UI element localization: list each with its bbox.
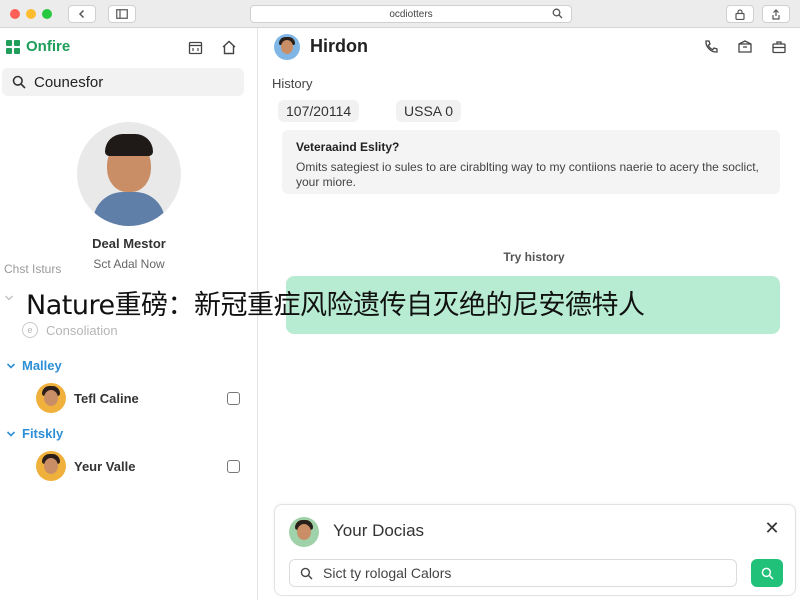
calendar-button[interactable] — [186, 38, 204, 56]
info-title: Veteraaind Eslity? — [296, 140, 400, 154]
chat-header: Hirdon — [258, 28, 800, 66]
message-input[interactable]: Sict ty rologal Calors — [289, 559, 737, 587]
browser-toolbar: ocdiotters — [0, 0, 800, 28]
calendar-icon — [188, 41, 202, 54]
avatar[interactable] — [274, 34, 300, 60]
contact-name: Yeur Valle — [74, 458, 136, 474]
share-button[interactable] — [762, 5, 790, 23]
contact-name: Tefl Caline — [74, 390, 139, 406]
archive-button[interactable] — [736, 38, 754, 56]
search-icon — [552, 8, 563, 19]
send-button[interactable] — [751, 559, 783, 587]
consultation-icon: e — [22, 322, 38, 338]
box-icon — [738, 40, 752, 53]
brand-name: Onfire — [26, 38, 71, 55]
privacy-button[interactable] — [726, 5, 754, 23]
counselor-search[interactable]: Counesfor — [2, 68, 244, 96]
close-icon[interactable]: ✕ — [763, 519, 781, 537]
checkbox[interactable] — [227, 459, 240, 473]
group-toggle[interactable]: Malley — [6, 358, 62, 373]
consultation-label: Consoliation — [46, 322, 118, 338]
group-label: Fitskly — [22, 426, 64, 441]
briefcase-icon — [772, 41, 786, 54]
section-title: Chst Isturs — [4, 262, 62, 276]
chevron-down-icon — [6, 362, 16, 369]
search-icon — [300, 567, 313, 579]
counselor-profile[interactable]: Deal Mestor Sct Adal Now — [0, 122, 258, 271]
avatar — [77, 122, 181, 226]
back-button[interactable] — [68, 5, 96, 23]
lock-icon — [735, 8, 745, 20]
compose-title: Your Docias — [333, 521, 425, 540]
search-icon — [12, 75, 26, 89]
avatar — [289, 517, 319, 547]
brand[interactable]: Onfire — [6, 38, 70, 55]
home-icon — [222, 40, 236, 54]
app-logo-icon — [6, 39, 20, 54]
compose-panel: Your Docias ✕ Sict ty rologal Calors — [274, 504, 796, 596]
group-label: Malley — [22, 358, 62, 373]
history-label: History — [272, 76, 313, 91]
chevron-down-icon — [4, 295, 14, 301]
list-item[interactable]: Yeur Valle — [36, 451, 240, 481]
briefcase-button[interactable] — [770, 38, 788, 56]
chevron-left-icon — [78, 9, 85, 19]
search-icon — [761, 567, 774, 580]
message-input-value: Sict ty rologal Calors — [323, 565, 452, 581]
chat-title: Hirdon — [310, 36, 368, 56]
maximize-window-button[interactable] — [42, 9, 52, 19]
avatar — [36, 383, 66, 413]
address-text: ocdiotters — [389, 8, 433, 20]
history-chip[interactable]: USSA 0 — [396, 100, 462, 122]
minimize-window-button[interactable] — [26, 9, 36, 19]
sidebar-toggle-button[interactable] — [108, 5, 136, 23]
sidebar-icon — [116, 9, 128, 19]
checkbox[interactable] — [227, 391, 240, 405]
profile-name: Deal Mestor — [92, 236, 166, 251]
headline-text: Nature重磅：新冠重症风险遗传自灭绝的尼安德特人 — [26, 290, 645, 321]
chevron-down-icon — [6, 430, 16, 437]
search-label: Counesfor — [34, 73, 104, 91]
group-toggle[interactable]: Fitskly — [6, 426, 63, 441]
avatar — [36, 451, 66, 481]
home-button[interactable] — [220, 38, 238, 56]
consultation-item[interactable]: e Consoliation — [22, 322, 118, 338]
try-history-link[interactable]: Try history — [258, 250, 800, 264]
list-item[interactable]: Tefl Caline — [36, 383, 240, 413]
history-chip[interactable]: 107/20114 — [278, 100, 360, 122]
call-button[interactable] — [702, 38, 720, 56]
phone-icon — [705, 40, 718, 53]
info-card: Veteraaind Eslity? Omits sategiest io su… — [282, 130, 780, 194]
share-icon — [772, 8, 780, 20]
close-window-button[interactable] — [10, 9, 20, 19]
address-bar[interactable]: ocdiotters — [250, 5, 572, 23]
info-body: Omits sategiest io sules to are cirablti… — [296, 160, 759, 189]
